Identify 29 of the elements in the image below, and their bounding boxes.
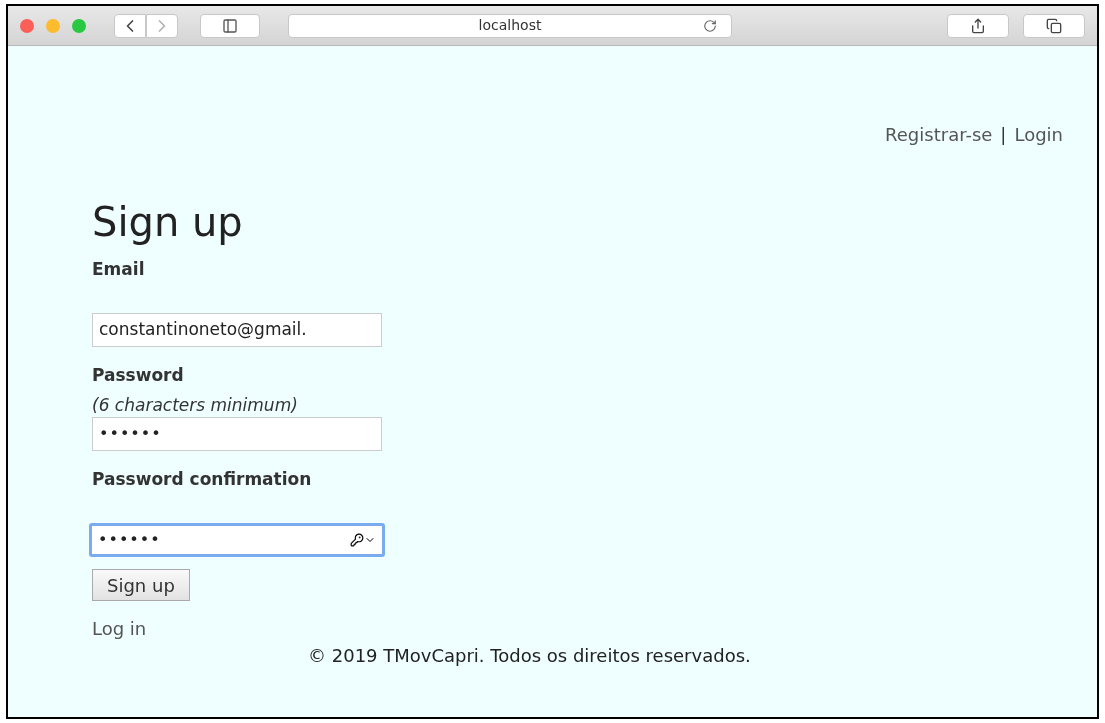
field-label: Email xyxy=(92,258,146,281)
key-menu-icon[interactable] xyxy=(350,533,376,547)
tabs-button[interactable] xyxy=(1023,13,1085,38)
share-button[interactable] xyxy=(947,13,1009,38)
log-in-link[interactable]: Log in xyxy=(92,615,147,642)
email-field[interactable]: constantinoneto@gmail. xyxy=(92,313,382,347)
footer-text: © 2019 TMovCapri. Todos os direitos reservados. xyxy=(307,644,752,668)
nav-link[interactable]: Login xyxy=(1014,121,1063,148)
nav-separator: | xyxy=(1000,123,1007,147)
field-value: •••••• xyxy=(98,529,161,551)
page-heading: Sign up xyxy=(92,198,244,246)
field-value: •••••• xyxy=(99,423,162,445)
share-icon xyxy=(970,17,986,34)
sidebar-button[interactable] xyxy=(200,13,260,38)
nav-link[interactable]: Registrar-se xyxy=(885,121,993,148)
field-hint: (6 characters minimum) xyxy=(92,394,299,417)
tabs-icon xyxy=(1046,17,1062,34)
back-button[interactable] xyxy=(114,13,146,38)
field-label: Password xyxy=(92,364,185,387)
close-window-button[interactable] xyxy=(20,18,34,33)
password-field[interactable]: •••••• xyxy=(92,417,382,451)
password-field[interactable]: •••••• xyxy=(89,523,385,557)
sidebar-icon xyxy=(222,17,238,34)
field-label: Password confirmation xyxy=(92,468,313,491)
signup-button[interactable]: Sign up xyxy=(92,569,190,601)
address-bar[interactable]: localhost xyxy=(288,13,732,38)
reload-icon[interactable] xyxy=(703,18,717,33)
address-text: localhost xyxy=(478,16,542,35)
field-value: constantinoneto@gmail. xyxy=(99,318,307,342)
